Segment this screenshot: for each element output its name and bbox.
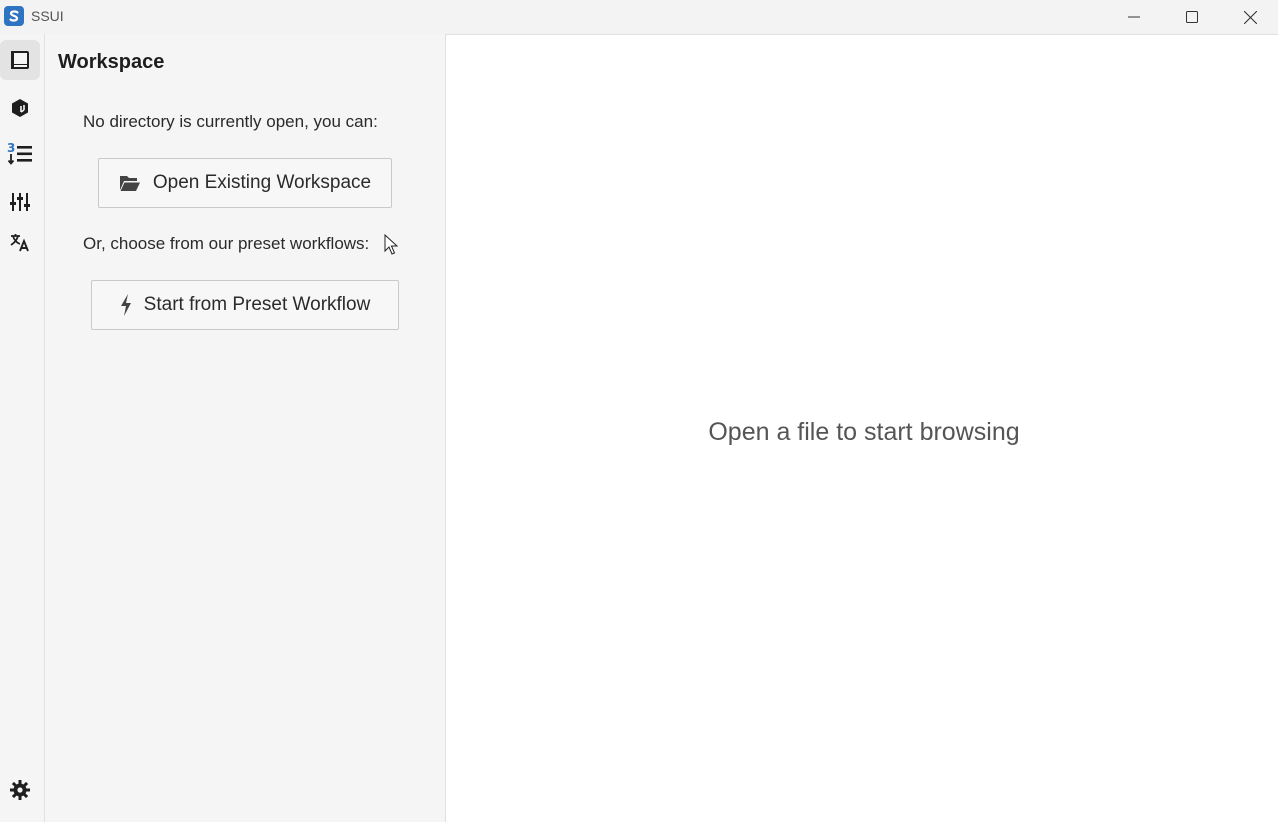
cube-icon [12,99,28,117]
lightning-icon [120,294,131,316]
gear-icon [10,780,30,800]
sidebar-title: Workspace [58,51,165,73]
sliders-icon [10,193,30,211]
svg-text:3: 3 [7,141,15,155]
window-title: SSUI [31,8,64,24]
start-preset-label: Start from Preset Workflow [143,294,371,315]
close-icon [1243,10,1257,24]
translate-icon [10,234,29,252]
activity-language[interactable] [0,222,40,262]
activity-settings[interactable] [0,770,40,810]
maximize-button[interactable] [1163,0,1221,34]
workspace-sidebar: Workspace No directory is currently open… [45,34,446,822]
open-workspace-label: Open Existing Workspace [152,172,372,193]
maximize-icon [1186,11,1198,23]
minimize-icon [1128,16,1140,18]
book-icon [11,51,29,69]
preset-prompt-text: Or, choose from our preset workflows: [83,234,370,253]
activity-bar: 3 [0,34,45,822]
activity-workspace[interactable] [0,40,40,80]
empty-state-message: Open a file to start browsing [708,418,1020,446]
open-workspace-button[interactable]: Open Existing Workspace [98,158,392,208]
no-directory-text: No directory is currently open, you can: [83,112,378,131]
title-bar: SSUI [0,0,1278,34]
activity-models[interactable] [0,88,40,128]
close-button[interactable] [1221,0,1278,34]
activity-queue[interactable]: 3 [0,134,40,174]
numbered-list-icon: 3 [7,141,32,165]
app-logo-icon [4,6,24,26]
minimize-button[interactable] [1105,0,1163,34]
main-editor-area: Open a file to start browsing [446,34,1278,822]
start-preset-button[interactable]: Start from Preset Workflow [91,280,399,330]
activity-tweaks[interactable] [0,182,40,222]
mouse-cursor-icon [384,233,399,261]
folder-open-icon [119,176,140,191]
